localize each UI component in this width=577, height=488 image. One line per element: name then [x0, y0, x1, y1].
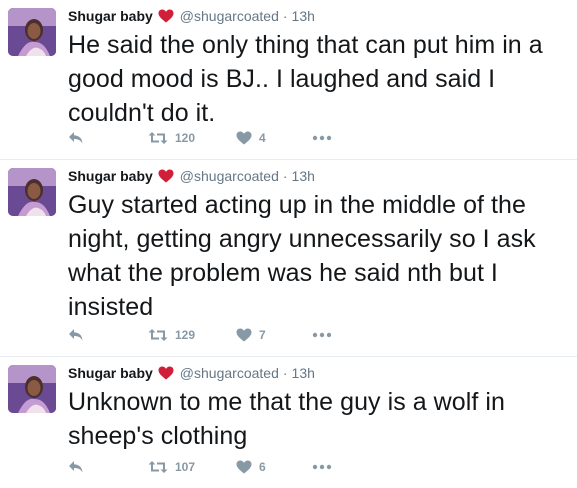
- retweet-icon: [148, 132, 168, 144]
- like-button[interactable]: 6: [236, 460, 312, 474]
- reply-arrow-icon: [69, 132, 83, 144]
- tweet-text: Guy started acting up in the middle of t…: [68, 191, 536, 321]
- username-handle[interactable]: @shugarcoated: [180, 168, 279, 184]
- retweet-count: 120: [175, 131, 196, 145]
- more-dots-icon: [312, 332, 332, 338]
- username-handle[interactable]: @shugarcoated: [180, 365, 279, 381]
- more-dots-icon: [312, 464, 332, 470]
- heart-outline-icon: [236, 131, 252, 145]
- reply-button[interactable]: [68, 460, 148, 474]
- tweet-actions: 129 7: [68, 326, 332, 344]
- tweet[interactable]: Shugar baby @shugarcoated · 13h He said …: [0, 0, 577, 160]
- separator-dot: ·: [282, 365, 288, 381]
- reply-button[interactable]: [68, 131, 148, 145]
- separator-dot: ·: [282, 8, 288, 24]
- display-name[interactable]: Shugar baby: [68, 168, 153, 184]
- username-handle[interactable]: @shugarcoated: [180, 8, 279, 24]
- red-heart-icon: [158, 169, 174, 183]
- more-dots-icon: [312, 135, 332, 141]
- retweet-button[interactable]: 129: [148, 328, 236, 342]
- like-button[interactable]: 4: [236, 131, 312, 145]
- red-heart-icon: [158, 9, 174, 23]
- avatar-image: [8, 168, 56, 216]
- timestamp[interactable]: 13h: [292, 8, 315, 24]
- like-count: 7: [259, 328, 266, 342]
- retweet-count: 129: [175, 328, 196, 342]
- tweet-header: Shugar baby @shugarcoated · 13h: [68, 365, 565, 381]
- display-name[interactable]: Shugar baby: [68, 365, 153, 381]
- avatar-image: [8, 8, 56, 56]
- heart-outline-icon: [236, 328, 252, 342]
- display-name[interactable]: Shugar baby: [68, 8, 153, 24]
- tweet-actions: 120 4: [68, 129, 332, 147]
- retweet-icon: [148, 329, 168, 341]
- avatar[interactable]: [8, 365, 56, 413]
- tweet-text: Unknown to me that the guy is a wolf in …: [68, 388, 505, 450]
- more-button[interactable]: [312, 332, 332, 338]
- heart-outline-icon: [236, 460, 252, 474]
- like-button[interactable]: 7: [236, 328, 312, 342]
- separator-dot: ·: [282, 168, 288, 184]
- reply-button[interactable]: [68, 328, 148, 342]
- timestamp[interactable]: 13h: [292, 168, 315, 184]
- more-button[interactable]: [312, 135, 332, 141]
- tweet[interactable]: Shugar baby @shugarcoated · 13h Unknown …: [0, 357, 577, 488]
- tweet-header: Shugar baby @shugarcoated · 13h: [68, 168, 565, 184]
- retweet-button[interactable]: 107: [148, 460, 236, 474]
- avatar-image: [8, 365, 56, 413]
- tweet-text: He said the only thing that can put him …: [68, 31, 543, 127]
- retweet-button[interactable]: 120: [148, 131, 236, 145]
- tweet-actions: 107 6: [68, 458, 332, 476]
- timestamp[interactable]: 13h: [292, 365, 315, 381]
- retweet-icon: [148, 461, 168, 473]
- retweet-count: 107: [175, 460, 196, 474]
- like-count: 6: [259, 460, 266, 474]
- tweet-header: Shugar baby @shugarcoated · 13h: [68, 8, 565, 24]
- tweet[interactable]: Shugar baby @shugarcoated · 13h Guy star…: [0, 160, 577, 357]
- more-button[interactable]: [312, 464, 332, 470]
- reply-arrow-icon: [69, 461, 83, 473]
- reply-arrow-icon: [69, 329, 83, 341]
- tweet-feed: Shugar baby @shugarcoated · 13h He said …: [0, 0, 577, 488]
- red-heart-icon: [158, 366, 174, 380]
- avatar[interactable]: [8, 8, 56, 56]
- avatar[interactable]: [8, 168, 56, 216]
- like-count: 4: [259, 131, 266, 145]
